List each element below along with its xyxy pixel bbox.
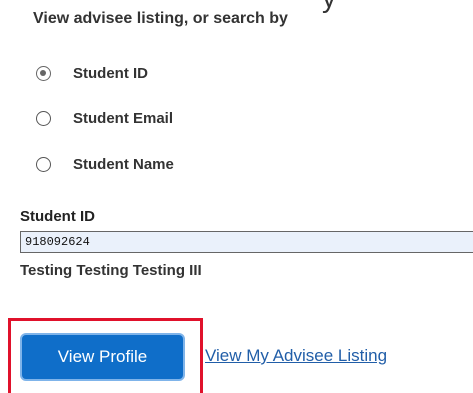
- advisee-search-panel: y View advisee listing, or search by Stu…: [0, 0, 473, 393]
- student-id-field-label: Student ID: [20, 208, 95, 225]
- search-instruction-heading: View advisee listing, or search by: [33, 10, 288, 27]
- radio-option-student-name[interactable]: Student Name: [36, 154, 174, 174]
- radio-label-student-email: Student Email: [73, 109, 174, 127]
- student-id-input[interactable]: [20, 231, 473, 253]
- radio-option-student-email[interactable]: Student Email: [36, 108, 173, 128]
- view-profile-button[interactable]: View Profile: [20, 333, 185, 381]
- cropped-heading-fragment: y: [322, 0, 337, 14]
- radio-button-student-id[interactable]: [36, 65, 51, 81]
- radio-option-student-id[interactable]: Student ID: [36, 63, 148, 83]
- radio-button-student-name[interactable]: [36, 156, 51, 172]
- radio-button-student-email[interactable]: [36, 110, 51, 126]
- radio-label-student-name: Student Name: [73, 155, 174, 173]
- view-advisee-listing-link[interactable]: View My Advisee Listing: [205, 346, 387, 366]
- student-result-name: Testing Testing Testing III: [20, 262, 202, 279]
- radio-label-student-id: Student ID: [73, 64, 148, 82]
